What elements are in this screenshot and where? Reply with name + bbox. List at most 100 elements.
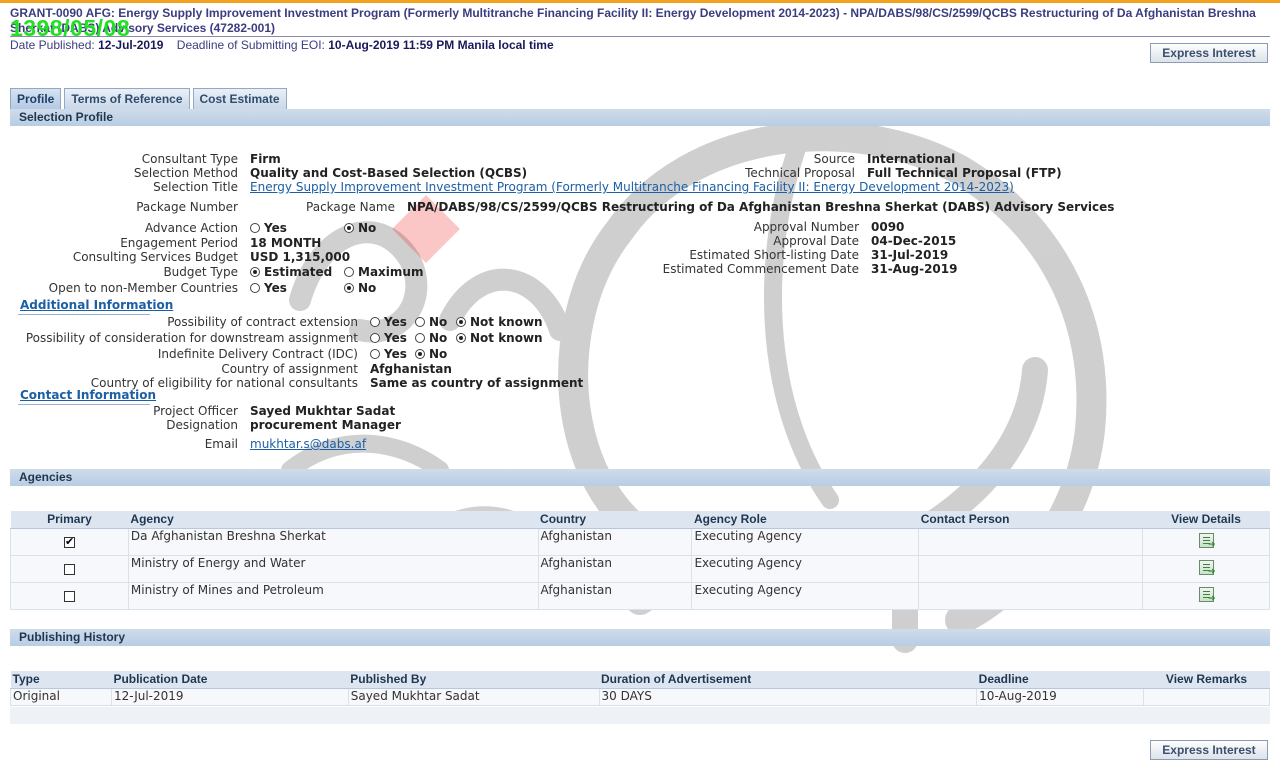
engagement-period-value: 18 MONTH [250,236,322,250]
column-header: Duration of Advertisement [599,671,977,689]
column-header: Published By [348,671,600,689]
selection-method-label: Selection Method [133,166,238,180]
project-officer-label: Project Officer [153,404,238,418]
publishing-history-table: Type Publication Date Published By Durat… [10,671,1270,706]
agency-cell: Ministry of Mines and Petroleum [127,581,539,610]
express-interest-button-bottom[interactable]: Express Interest [1150,740,1268,760]
advance-action-no-radio[interactable]: No [344,221,376,235]
advance-action-yes-radio[interactable]: Yes [250,221,287,235]
type-cell: Original [10,687,112,706]
express-interest-button-top[interactable]: Express Interest [1150,43,1268,63]
column-header: Deadline [976,671,1144,689]
date-published-label: Date Published: [10,38,95,52]
publishing-table-header: Type Publication Date Published By Durat… [10,671,1270,689]
view-details-icon[interactable] [1198,532,1216,550]
selection-title-label: Selection Title [153,180,238,194]
approval-number-label: Approval Number [753,220,859,234]
contact-information-rule [18,404,150,405]
agency-cell: Da Afghanistan Breshna Sherkat [127,527,539,556]
budget-type-label: Budget Type [163,265,238,279]
source-value: International [867,152,956,166]
contact-cell [918,527,1144,556]
budget-type-maximum-radio[interactable]: Maximum [344,265,423,279]
advance-action-label: Advance Action [144,221,238,235]
extension-not-known-radio[interactable]: Not known [456,315,543,329]
consultant-type-value: Firm [250,152,281,166]
table-row: Da Afghanistan Breshna Sherkat Afghanist… [10,527,1270,556]
country-cell: Afghanistan [537,554,693,583]
technical-proposal-label: Technical Proposal [745,166,855,180]
shortlisting-date-label: Estimated Short-listing Date [689,248,859,262]
contact-cell [918,581,1144,610]
tab-bar: Profile Terms of Reference Cost Estimate [10,88,287,109]
role-cell: Executing Agency [691,581,920,610]
selection-profile-header: Selection Profile [10,109,1270,126]
email-label: Email [204,437,238,451]
extension-no-radio[interactable]: No [415,315,447,329]
idc-no-radio[interactable]: No [415,347,447,361]
idc-yes-radio[interactable]: Yes [370,347,407,361]
agencies-header: Agencies [10,469,1270,486]
non-member-yes-radio[interactable]: Yes [250,281,287,295]
designation-label: Designation [166,418,238,432]
country-cell: Afghanistan [537,527,693,556]
country-cell: Afghanistan [537,581,693,610]
primary-checkbox[interactable] [63,563,75,575]
budget-type-estimated-radio[interactable]: Estimated [250,265,332,279]
selection-title-link[interactable]: Energy Supply Improvement Investment Pro… [250,180,1014,194]
view-details-icon[interactable] [1198,559,1216,577]
engagement-period-label: Engagement Period [120,236,238,250]
country-of-assignment-label: Country of assignment [221,362,358,376]
top-accent-line [0,0,1280,3]
downstream-not-known-radio[interactable]: Not known [456,331,543,345]
published-by-cell: Sayed Mukhtar Sadat [347,687,600,706]
column-header: Country [538,511,692,529]
shortlisting-date-value: 31-Jul-2019 [871,248,949,262]
date-published-value: 12-Jul-2019 [98,38,164,52]
table-row: Ministry of Energy and Water Afghanistan… [10,554,1270,583]
extension-yes-radio[interactable]: Yes [370,315,407,329]
additional-information-header[interactable]: Additional Information [20,298,173,312]
downstream-yes-radio[interactable]: Yes [370,331,407,345]
column-header: View Details [1142,511,1270,529]
email-link[interactable]: mukhtar.s@dabs.af [250,437,366,451]
designation-value: procurement Manager [250,418,401,432]
column-header: Publication Date [111,671,349,689]
contact-information-header[interactable]: Contact Information [20,388,156,402]
publication-date-cell: 12-Jul-2019 [110,687,349,706]
agencies-table-header: Primary Agency Country Agency Role Conta… [10,511,1270,529]
tab-terms-of-reference[interactable]: Terms of Reference [64,88,190,109]
commencement-date-value: 31-Aug-2019 [871,262,958,276]
primary-checkbox[interactable] [63,590,75,602]
publication-info: Date Published: 12-Jul-2019 Deadline of … [10,38,554,52]
view-details-icon[interactable] [1198,586,1216,604]
tab-cost-estimate[interactable]: Cost Estimate [192,88,287,109]
remarks-cell [1143,687,1270,706]
column-header: View Remarks [1143,671,1270,689]
agencies-table: Primary Agency Country Agency Role Conta… [10,511,1270,610]
column-header: Agency Role [691,511,919,529]
additional-information-rule [18,314,150,315]
deadline-cell: 10-Aug-2019 [976,687,1145,706]
column-header: Agency [128,511,539,529]
downstream-no-radio[interactable]: No [415,331,447,345]
agency-cell: Ministry of Energy and Water [127,554,539,583]
approval-date-label: Approval Date [773,234,859,248]
role-cell: Executing Agency [691,554,920,583]
approval-number-value: 0090 [871,220,905,234]
commencement-date-label: Estimated Commencement Date [662,262,859,276]
table-row: Ministry of Mines and Petroleum Afghanis… [10,581,1270,610]
package-name-label: Package Name [306,200,395,214]
column-header: Primary [10,511,129,529]
package-name-value: NPA/DABS/98/CS/2599/QCBS Restructuring o… [407,200,1115,214]
duration-cell: 30 DAYS [598,687,978,706]
non-member-label: Open to non-Member Countries [48,281,238,295]
primary-checkbox[interactable] [63,535,75,548]
deadline-label: Deadline of Submitting EOI: [176,38,325,52]
non-member-no-radio[interactable]: No [344,281,376,295]
contract-extension-label: Possibility of contract extension [167,315,358,329]
idc-label: Indefinite Delivery Contract (IDC) [157,347,358,361]
tab-profile[interactable]: Profile [10,88,62,109]
publishing-history-footer [10,707,1270,724]
page-title: GRANT-0090 AFG: Energy Supply Improvemen… [10,6,1256,35]
